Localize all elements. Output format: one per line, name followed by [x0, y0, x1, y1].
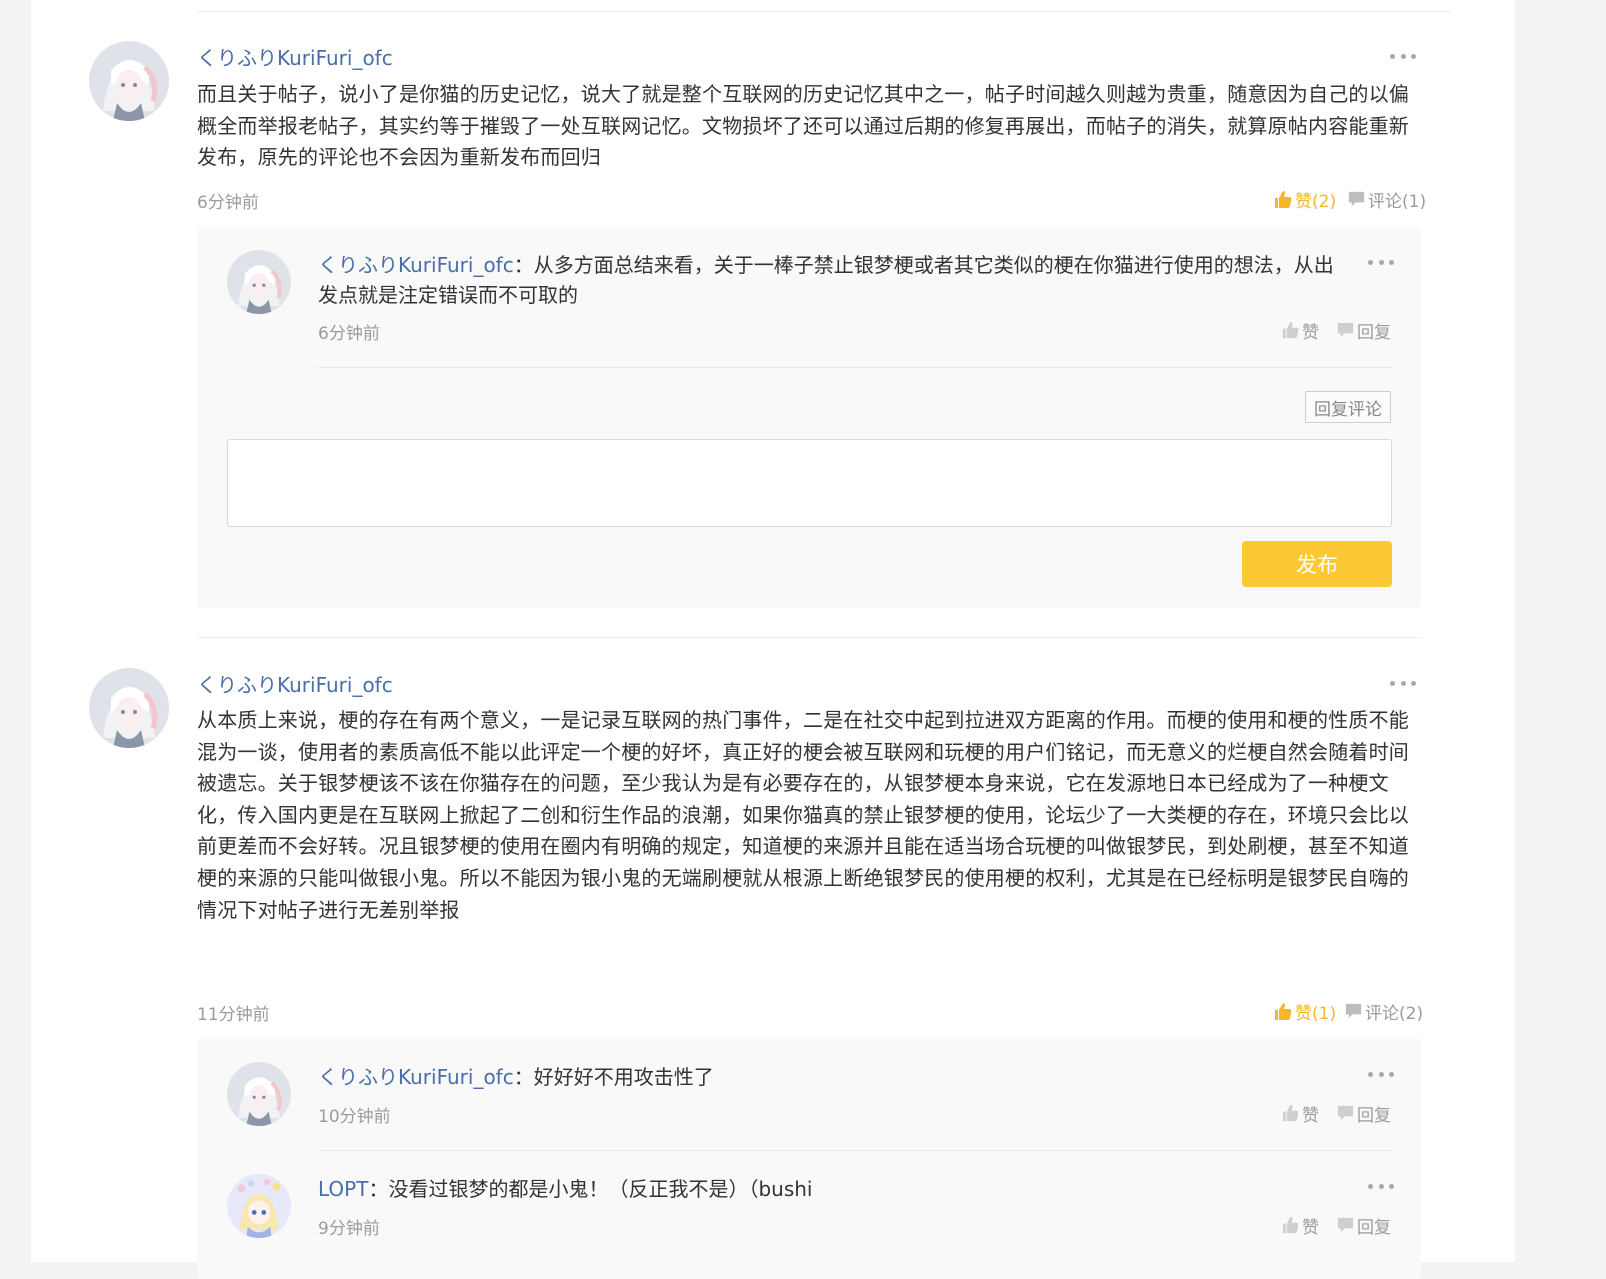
comment-text: 从本质上来说，梗的存在有两个意义，一是记录互联网的热门事件，二是在社交中起到拉进…	[197, 708, 1409, 922]
publish-button[interactable]: 发布	[1242, 541, 1392, 587]
comment-label: 评论(1)	[1368, 192, 1427, 212]
reply-comment-button[interactable]: 回复评论	[1305, 391, 1391, 423]
comment-text: 而且关于帖子，说小了是你猫的历史记忆，说大了就是整个互联网的历史记忆其中之一，帖…	[197, 82, 1409, 170]
reply-time: 9分钟前	[318, 1219, 380, 1239]
avatar[interactable]	[227, 1062, 291, 1126]
reply-like-button[interactable]: 赞	[1281, 318, 1319, 343]
speech-bubble-icon	[1347, 190, 1366, 209]
more-dots-icon[interactable]	[1390, 678, 1416, 688]
reply-section: くりふりKuriFuri_ofc：好好好不用攻击性了 10分钟前 赞 回复 LO…	[197, 1039, 1421, 1279]
speech-bubble-icon	[1336, 321, 1355, 340]
comments-panel: くりふりKuriFuri_ofc 而且关于帖子，说小了是你猫的历史记忆，说大了就…	[31, 0, 1515, 1279]
reply-text: LOPT：没看过银梦的都是小鬼！（反正我不是）（bushi	[318, 1174, 1352, 1204]
reply-separator: ：	[513, 1065, 534, 1089]
reply-label: 回复	[1357, 1106, 1391, 1126]
reply-username[interactable]: くりふりKuriFuri_ofc	[318, 1065, 514, 1089]
reply-divider	[318, 1150, 1392, 1151]
avatar[interactable]	[89, 41, 169, 121]
more-dots-icon[interactable]	[1368, 1069, 1394, 1079]
thumbs-up-icon	[1273, 190, 1293, 210]
reply-separator: ：	[368, 1177, 389, 1201]
speech-bubble-icon	[1336, 1104, 1355, 1123]
avatar[interactable]	[227, 1174, 291, 1238]
reply-text: くりふりKuriFuri_ofc：好好好不用攻击性了	[318, 1062, 1352, 1092]
like-label: 赞	[1302, 323, 1319, 343]
comment-button[interactable]: 评论(2)	[1344, 999, 1423, 1024]
more-dots-icon[interactable]	[1390, 51, 1416, 61]
like-button[interactable]: 赞(1)	[1273, 999, 1336, 1024]
thumbs-up-icon	[1281, 1216, 1300, 1235]
like-label: 赞	[1302, 1218, 1319, 1238]
reply-section: くりふりKuriFuri_ofc：从多方面总结来看，关于一棒子禁止银梦梗或者其它…	[197, 227, 1421, 608]
like-button[interactable]: 赞(2)	[1273, 187, 1336, 212]
top-divider	[197, 11, 1451, 12]
reply-label: 回复	[1357, 323, 1391, 343]
reply-username[interactable]: くりふりKuriFuri_ofc	[318, 253, 514, 277]
reply-text: くりふりKuriFuri_ofc：从多方面总结来看，关于一棒子禁止银梦梗或者其它…	[318, 250, 1352, 310]
comment-time: 6分钟前	[197, 193, 259, 213]
reply-time: 10分钟前	[318, 1107, 391, 1127]
reply-label: 回复	[1357, 1218, 1391, 1238]
reply-separator: ：	[513, 253, 534, 277]
comment-time: 11分钟前	[197, 1005, 270, 1025]
comment-username[interactable]: くりふりKuriFuri_ofc	[197, 42, 393, 71]
speech-bubble-icon	[1344, 1002, 1363, 1021]
reply-reply-button[interactable]: 回复	[1336, 318, 1391, 343]
more-dots-icon[interactable]	[1368, 1181, 1394, 1191]
reply-reply-button[interactable]: 回复	[1336, 1101, 1391, 1126]
reply-like-button[interactable]: 赞	[1281, 1213, 1319, 1238]
reply-time: 6分钟前	[318, 324, 380, 344]
avatar[interactable]	[227, 250, 291, 314]
comment-button[interactable]: 评论(1)	[1347, 187, 1426, 212]
thumbs-up-icon	[1281, 321, 1300, 340]
like-label: 赞(1)	[1295, 1004, 1337, 1024]
comment-username[interactable]: くりふりKuriFuri_ofc	[197, 669, 393, 698]
reply-content: 好好好不用攻击性了	[533, 1065, 714, 1089]
like-label: 赞	[1302, 1106, 1319, 1126]
reply-reply-button[interactable]: 回复	[1336, 1213, 1391, 1238]
more-dots-icon[interactable]	[1368, 257, 1394, 267]
comment-separator	[197, 637, 1421, 638]
like-label: 赞(2)	[1295, 192, 1337, 212]
thumbs-up-icon	[1273, 1002, 1293, 1022]
reply-username[interactable]: LOPT	[318, 1177, 368, 1201]
comment-label: 评论(2)	[1365, 1004, 1424, 1024]
speech-bubble-icon	[1336, 1216, 1355, 1235]
reply-like-button[interactable]: 赞	[1281, 1101, 1319, 1126]
reply-input[interactable]	[227, 439, 1392, 527]
avatar[interactable]	[89, 668, 169, 748]
reply-divider	[318, 367, 1392, 368]
reply-content: 没看过银梦的都是小鬼！（反正我不是）（bushi	[388, 1177, 813, 1201]
thumbs-up-icon	[1281, 1104, 1300, 1123]
